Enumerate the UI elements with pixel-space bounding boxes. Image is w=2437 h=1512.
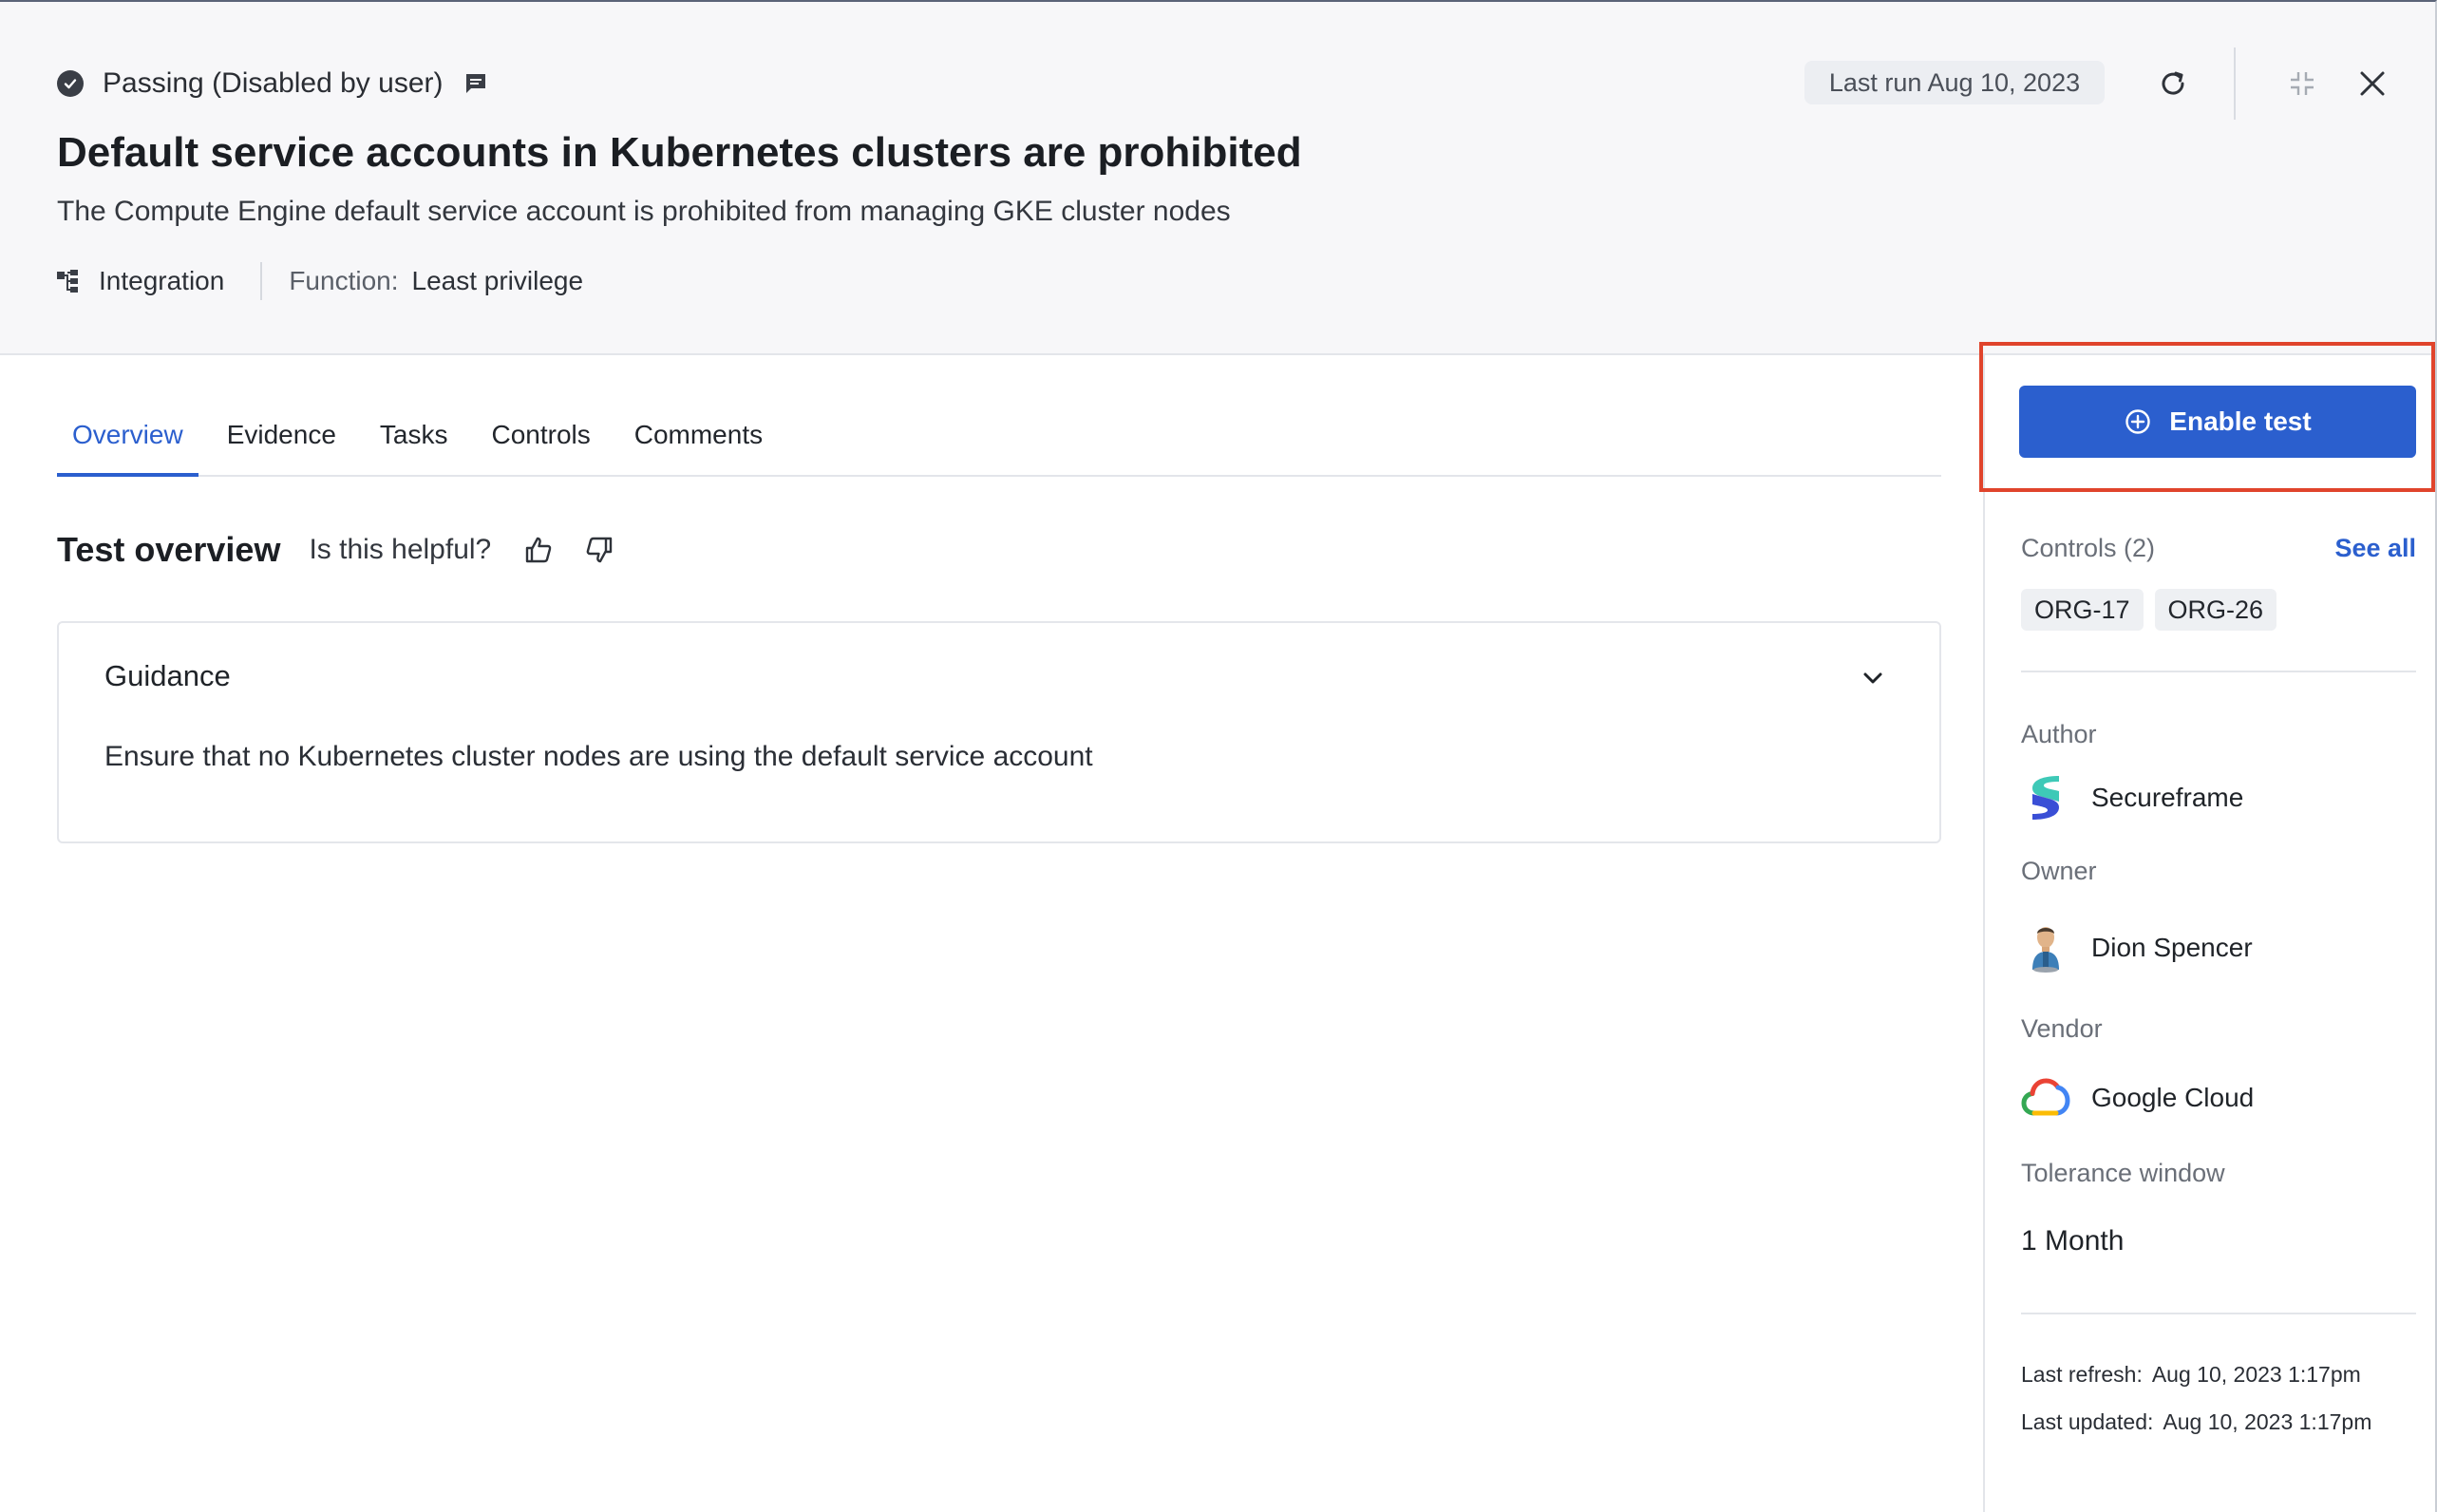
control-chip[interactable]: ORG-26 [2154,589,2277,631]
plus-circle-icon [2124,407,2152,436]
avatar [2021,921,2070,974]
last-run-badge: Last run Aug 10, 2023 [1804,61,2105,104]
tab-overview[interactable]: Overview [57,399,198,477]
last-refresh-key: Last refresh: [2021,1362,2143,1387]
sidebar-rule [2021,1313,2416,1314]
chevron-down-icon [1863,672,1882,684]
tab-comments[interactable]: Comments [619,399,778,477]
meta-divider [260,262,263,300]
thumbs-up-button[interactable] [518,529,559,571]
author-row: Secureframe [2021,771,2243,824]
close-button[interactable] [2350,61,2395,106]
check-circle-icon [57,70,84,97]
vendor-label: Vendor [2021,1014,2103,1043]
see-all-link[interactable]: See all [2334,534,2416,563]
controls-label: Controls (2) [2021,534,2156,562]
enable-test-label: Enable test [2169,406,2312,436]
enable-test-button[interactable]: Enable test [2019,386,2416,458]
thumbs-down-icon [586,537,613,563]
sidebar-divider [1983,355,1985,1512]
function-value: Least privilege [411,266,584,295]
test-header: Passing (Disabled by user) Default servi… [0,2,2435,355]
tolerance-label: Tolerance window [2021,1159,2225,1187]
last-refresh-value: Aug 10, 2023 1:17pm [2151,1362,2361,1387]
control-chip[interactable]: ORG-17 [2021,589,2144,631]
collapse-icon [2291,72,2314,95]
tab-bar: Overview Evidence Tasks Controls Comment… [57,399,1941,477]
guidance-text: Ensure that no Kubernetes cluster nodes … [104,741,1093,772]
thumbs-down-button[interactable] [578,529,620,571]
guidance-title: Guidance [104,659,231,692]
author-name: Secureframe [2091,783,2244,812]
integration-label: Integration [99,266,225,295]
status-text: Passing (Disabled by user) [103,67,444,99]
secureframe-logo-icon [2021,771,2070,824]
refresh-icon [2162,71,2184,95]
google-cloud-logo-icon [2021,1071,2070,1125]
overview-heading-row: Test overview Is this helpful? [57,526,620,574]
vendor-name: Google Cloud [2091,1083,2255,1112]
integration-icon [55,268,82,294]
close-icon [2360,71,2385,96]
function-key: Function: [289,266,399,295]
last-updated-key: Last updated: [2021,1409,2154,1434]
tolerance-value: 1 Month [2021,1225,2125,1257]
control-chips: ORG-17 ORG-26 [2021,589,2288,631]
header-divider [2234,47,2236,120]
tab-tasks[interactable]: Tasks [365,399,463,477]
status-row: Passing (Disabled by user) [57,65,489,103]
page-title: Default service accounts in Kubernetes c… [57,129,1302,176]
sidebar-rule [2021,671,2416,672]
tab-evidence[interactable]: Evidence [212,399,351,477]
owner-name: Dion Spencer [2091,933,2253,962]
refresh-button[interactable] [2150,61,2196,106]
vendor-row: Google Cloud [2021,1071,2254,1125]
last-updated-line: Last updated: Aug 10, 2023 1:17pm [2021,1409,2371,1435]
page-subtitle: The Compute Engine default service accou… [57,196,1231,227]
last-refresh-line: Last refresh: Aug 10, 2023 1:17pm [2021,1362,2361,1388]
owner-row: Dion Spencer [2021,921,2253,974]
guidance-card: Guidance Ensure that no Kubernetes clust… [57,621,1941,843]
comment-icon[interactable] [463,70,489,97]
overview-title: Test overview [57,530,281,569]
owner-label: Owner [2021,857,2097,885]
guidance-toggle-button[interactable] [1856,661,1890,695]
meta-row: Integration Function: Least privilege [55,262,583,300]
last-updated-value: Aug 10, 2023 1:17pm [2163,1409,2372,1434]
collapse-button[interactable] [2279,61,2325,106]
tab-controls[interactable]: Controls [476,399,605,477]
thumbs-up-icon [526,537,552,563]
author-label: Author [2021,720,2097,748]
helpful-prompt: Is this helpful? [309,534,492,565]
